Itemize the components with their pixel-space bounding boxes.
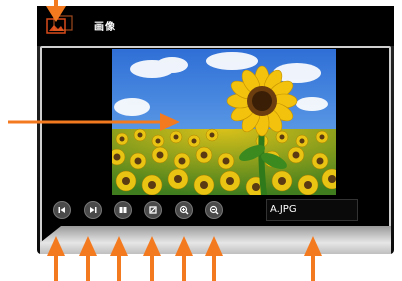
zoom-out-button[interactable] — [205, 201, 223, 219]
next-button[interactable] — [84, 201, 102, 219]
rotate-button[interactable] — [144, 201, 162, 219]
bottom-bezel — [40, 226, 391, 254]
sunflower-photo — [112, 49, 336, 195]
zoom-out-icon — [209, 205, 219, 215]
next-icon — [90, 207, 97, 213]
zoom-in-button[interactable] — [175, 201, 193, 219]
filename-label: A.JPG — [270, 204, 297, 215]
zoom-in-icon — [179, 205, 189, 215]
previous-button[interactable] — [53, 201, 71, 219]
title-bar — [37, 6, 394, 46]
slideshow-icon — [119, 207, 127, 213]
previous-icon — [58, 207, 65, 213]
rotate-icon — [149, 206, 157, 214]
slideshow-button[interactable] — [114, 201, 132, 219]
window-title: 画像 — [94, 22, 116, 33]
photo-app-icon — [46, 15, 73, 34]
